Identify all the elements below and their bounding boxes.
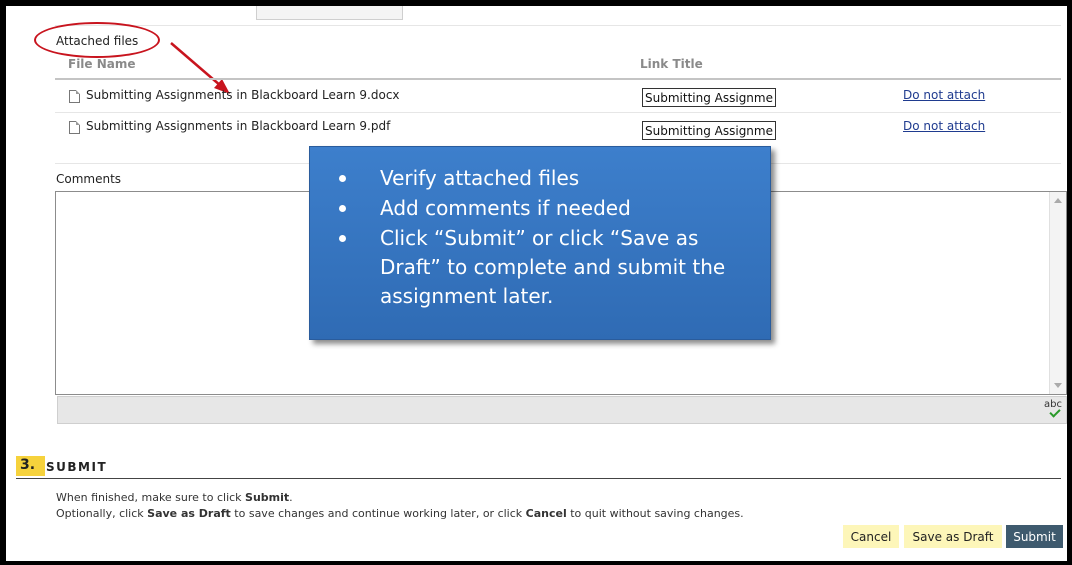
top-divider bbox=[55, 25, 1061, 26]
submit-button[interactable]: Submit bbox=[1006, 525, 1063, 548]
bullet-icon bbox=[339, 175, 346, 182]
callout-item: Click “Submit” or click “Save as Draft” … bbox=[339, 224, 755, 311]
table-row: Submitting Assignments in Blackboard Lea… bbox=[6, 113, 1067, 145]
callout-item-text: Verify attached files bbox=[380, 166, 580, 190]
column-header-file-name: File Name bbox=[68, 57, 136, 71]
document-icon bbox=[69, 90, 80, 103]
scroll-down-icon[interactable] bbox=[1054, 383, 1062, 388]
bullet-icon bbox=[339, 235, 346, 242]
callout-item: Verify attached files bbox=[339, 164, 755, 193]
spellcheck-icon[interactable]: abc bbox=[1044, 399, 1062, 418]
bullet-icon bbox=[339, 205, 346, 212]
file-name-pdf: Submitting Assignments in Blackboard Lea… bbox=[86, 119, 391, 133]
callout-item-text: Click “Submit” or click “Save as Draft” … bbox=[380, 226, 726, 308]
step-number: 3. bbox=[20, 457, 36, 473]
do-not-attach-link-pdf[interactable]: Do not attach bbox=[903, 119, 985, 133]
submit-instruction-line1: When finished, make sure to click Submit… bbox=[56, 491, 293, 504]
top-partial-button[interactable] bbox=[256, 6, 403, 20]
link-title-input-docx[interactable] bbox=[642, 88, 776, 107]
link-title-input-pdf[interactable] bbox=[642, 121, 776, 140]
column-header-link-title: Link Title bbox=[640, 57, 703, 71]
assignment-submission-page: Attached files File Name Link Title Subm… bbox=[6, 6, 1067, 561]
callout-item: Add comments if needed bbox=[339, 194, 755, 223]
attached-files-heading: Attached files bbox=[56, 34, 139, 48]
submit-instruction-line2: Optionally, click Save as Draft to save … bbox=[56, 507, 744, 520]
cancel-button[interactable]: Cancel bbox=[843, 525, 899, 548]
submit-section-title: SUBMIT bbox=[46, 460, 108, 474]
submit-section-rule bbox=[16, 478, 1061, 479]
comments-scrollbar[interactable] bbox=[1049, 192, 1066, 394]
instruction-callout: Verify attached files Add comments if ne… bbox=[309, 146, 771, 340]
file-name-docx: Submitting Assignments in Blackboard Lea… bbox=[86, 88, 400, 102]
do-not-attach-link-docx[interactable]: Do not attach bbox=[903, 88, 985, 102]
save-as-draft-button[interactable]: Save as Draft bbox=[904, 525, 1002, 548]
editor-status-bar: abc bbox=[57, 396, 1067, 424]
scroll-up-icon[interactable] bbox=[1054, 198, 1062, 203]
comments-label: Comments bbox=[56, 172, 122, 186]
document-icon bbox=[69, 121, 80, 134]
table-row: Submitting Assignments in Blackboard Lea… bbox=[6, 80, 1067, 112]
callout-item-text: Add comments if needed bbox=[380, 196, 631, 220]
